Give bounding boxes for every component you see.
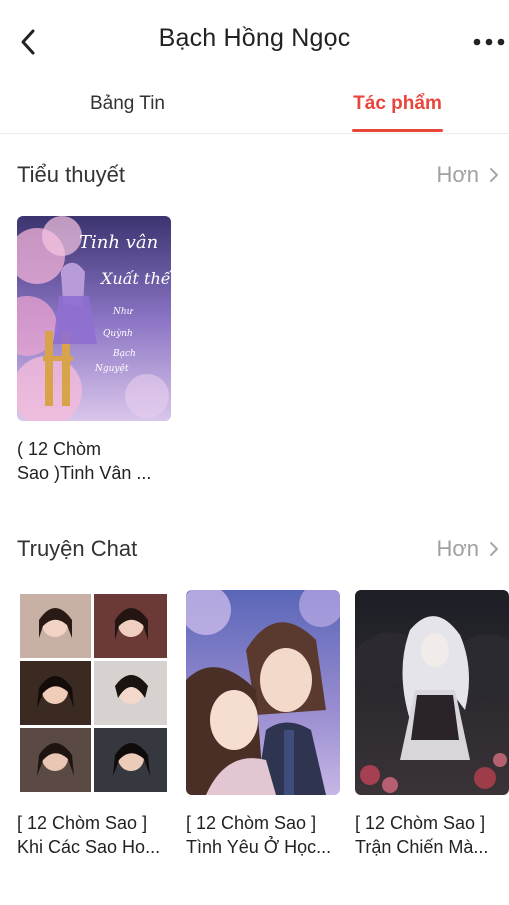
- tab-works[interactable]: Tác phẩm: [330, 86, 465, 134]
- more-options-button[interactable]: [469, 28, 509, 56]
- tab-bar: Bảng Tin Tác phẩm: [0, 86, 509, 134]
- chat-story-card[interactable]: [ 12 Chòm Sao ] Tình Yêu Ở Học...: [186, 590, 346, 859]
- chat-story-card[interactable]: [ 12 Chòm Sao ] Trận Chiến Mà...: [355, 590, 509, 859]
- novels-more-label: Hơn: [436, 162, 479, 187]
- chat-story-title: [ 12 Chòm Sao ] Trận Chiến Mà...: [355, 811, 509, 859]
- chat-story-title-line-2: Khi Các Sao Ho...: [17, 837, 161, 857]
- svg-text:Xuất thế: Xuất thế: [99, 269, 171, 288]
- chat-story-cover-image: [186, 590, 340, 795]
- novels-section-header: Tiểu thuyết Hơn: [0, 158, 509, 194]
- chat-stories-more-label: Hơn: [436, 536, 479, 561]
- novels-more-link[interactable]: Hơn: [436, 162, 499, 188]
- svg-text:Bạch: Bạch: [112, 349, 136, 359]
- tab-news-feed[interactable]: Bảng Tin: [60, 86, 195, 134]
- more-dots-icon: [473, 38, 505, 46]
- chat-story-cover-image: [17, 590, 171, 795]
- top-bar: Bạch Hồng Ngọc: [0, 0, 509, 86]
- novel-title: ( 12 Chòm Sao )Tinh Vân ...: [17, 437, 177, 485]
- svg-text:Quỳnh: Quỳnh: [103, 328, 133, 339]
- chat-story-title-line-2: Tình Yêu Ở Học...: [186, 837, 332, 857]
- svg-text:Nguyệt: Nguyệt: [94, 363, 129, 374]
- chat-story-title: [ 12 Chòm Sao ] Khi Các Sao Ho...: [17, 811, 177, 859]
- svg-text:Tinh vân: Tinh vân: [79, 232, 158, 253]
- chat-story-title-line-2: Trận Chiến Mà...: [355, 837, 489, 857]
- novels-section-title: Tiểu thuyết: [17, 162, 126, 187]
- novel-title-line-2: Sao )Tinh Vân ...: [17, 463, 152, 483]
- chat-story-cover-image: [355, 590, 509, 795]
- novel-card[interactable]: Tinh vân Xuất thế Như Quỳnh Bạch Nguyệt …: [17, 216, 177, 485]
- chat-story-card[interactable]: [ 12 Chòm Sao ] Khi Các Sao Ho...: [17, 590, 177, 859]
- active-tab-indicator: [352, 129, 443, 132]
- chat-story-title: [ 12 Chòm Sao ] Tình Yêu Ở Học...: [186, 811, 346, 859]
- chevron-right-icon: [490, 168, 498, 182]
- chevron-right-icon: [490, 542, 498, 556]
- novel-cover-image: Tinh vân Xuất thế Như Quỳnh Bạch Nguyệt: [17, 216, 171, 421]
- chat-stories-more-link[interactable]: Hơn: [436, 536, 499, 562]
- chat-story-title-line-1: [ 12 Chòm Sao ]: [186, 813, 317, 833]
- chat-stories-section-header: Truyện Chat Hơn: [0, 532, 509, 568]
- svg-text:Như: Như: [112, 307, 134, 317]
- page-title: Bạch Hồng Ngọc: [158, 24, 351, 52]
- chat-stories-section-title: Truyện Chat: [17, 536, 138, 561]
- novel-title-line-1: ( 12 Chòm: [17, 439, 102, 459]
- chat-story-title-line-1: [ 12 Chòm Sao ]: [17, 813, 148, 833]
- chat-story-title-line-1: [ 12 Chòm Sao ]: [355, 813, 486, 833]
